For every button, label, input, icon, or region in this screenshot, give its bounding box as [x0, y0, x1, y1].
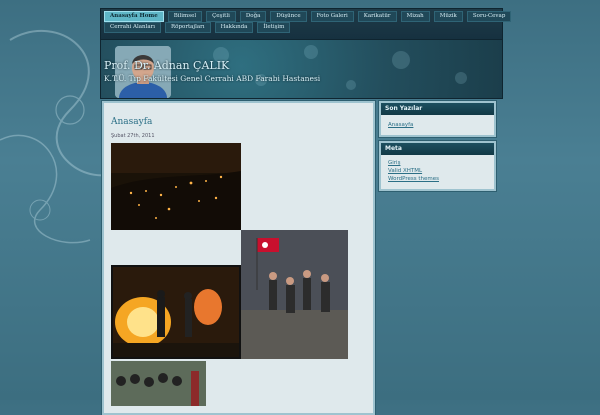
nav-item-row1-0[interactable]: Anasayfa Home — [104, 11, 164, 22]
nav-item-row2-1[interactable]: Röportajları — [165, 22, 211, 33]
nav-item-row1-7[interactable]: Mizah — [400, 11, 430, 22]
recent-posts-widget: Son Yazılar Anasayfa — [379, 101, 496, 137]
fire-protest-photo[interactable] — [111, 265, 241, 359]
nav-item-row1-5[interactable]: Foto Galeri — [310, 11, 354, 22]
post-title[interactable]: Anasayfa — [111, 117, 152, 127]
nav-item-row1-4[interactable]: Düşünce — [270, 11, 307, 22]
site-header: Prof. Dr. Adnan ÇALIK K.T.Ü. Tıp Fakülte… — [100, 39, 503, 99]
meta-link-login[interactable]: Giriş — [388, 160, 400, 166]
nav-item-row1-8[interactable]: Müzik — [433, 11, 463, 22]
nav-item-row2-2[interactable]: Hakkında — [214, 22, 254, 33]
protest-flag-photo[interactable] — [241, 230, 348, 359]
crowd-photo[interactable] — [111, 361, 206, 406]
nav-item-row1-9[interactable]: Soru-Cevap — [466, 11, 512, 22]
post-date: Şubat 27th, 2011 — [111, 133, 155, 139]
city-night-photo[interactable] — [111, 143, 241, 230]
site-title[interactable]: Prof. Dr. Adnan ÇALIK — [104, 59, 229, 72]
nav-item-row1-3[interactable]: Doğa — [239, 11, 267, 22]
nav-item-row1-1[interactable]: Bilimsel — [167, 11, 203, 22]
nav-row-primary: Anasayfa Home Bilimsel Çeşitli Doğa Düşünce F… — [104, 11, 512, 22]
nav-row-secondary: Cerrahi Alanları Röportajları Hakkında İlet… — [104, 22, 291, 33]
main-content: Anasayfa Şubat 27th, 2011 — [102, 101, 375, 415]
nav-item-row2-0[interactable]: Cerrahi Alanları — [104, 22, 162, 33]
main-navigation: Anasayfa Home Bilimsel Çeşitli Doğa Düşünce F… — [100, 8, 512, 40]
nav-item-row2-3[interactable]: İletişim — [257, 22, 291, 33]
meta-widget: Meta Giriş Valid XHTML WordPress themes — [379, 141, 496, 191]
widget-title-recent: Son Yazılar — [381, 103, 494, 115]
meta-link-wordpress[interactable]: WordPress themes — [388, 176, 439, 182]
avatar — [115, 46, 171, 98]
recent-post-link[interactable]: Anasayfa — [388, 122, 413, 128]
site-description: K.T.Ü. Tıp Fakültesi Genel Cerrahi ABD F… — [104, 74, 321, 83]
nav-item-row1-6[interactable]: Karikatür — [357, 11, 397, 22]
nav-item-row1-2[interactable]: Çeşitli — [206, 11, 236, 22]
widget-title-meta: Meta — [381, 143, 494, 155]
meta-link-xhtml[interactable]: Valid XHTML — [388, 168, 422, 174]
